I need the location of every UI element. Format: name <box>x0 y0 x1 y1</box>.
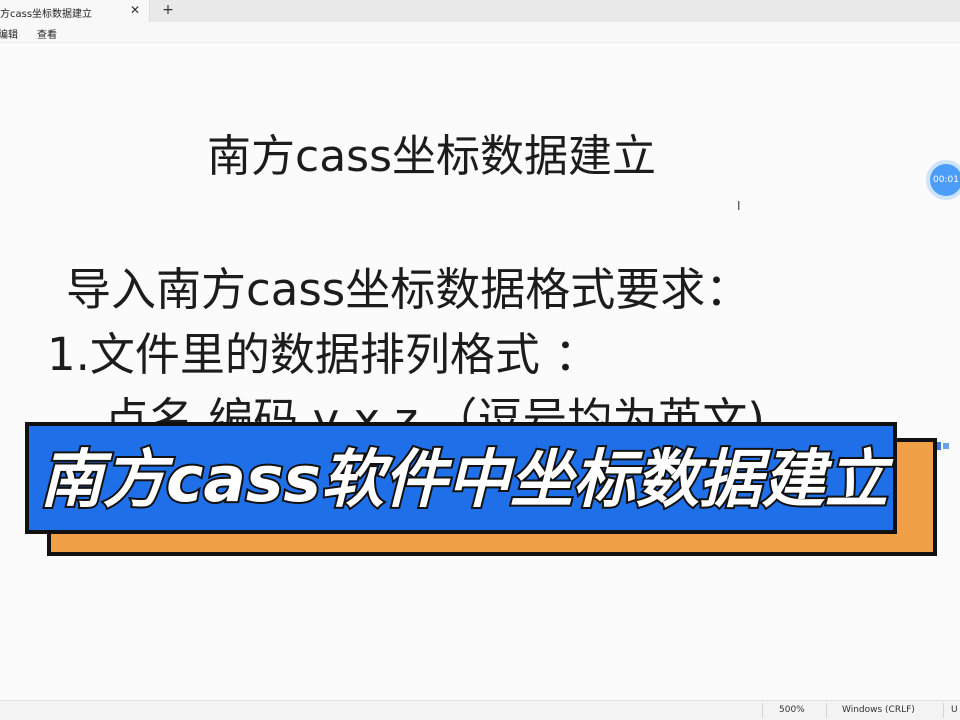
encoding[interactable]: U <box>951 705 958 715</box>
menu-item-view[interactable]: 查看 <box>37 26 57 41</box>
tab-document[interactable]: 方cass坐标数据建立 ✕ <box>0 0 150 22</box>
line-ending[interactable]: Windows (CRLF) <box>842 705 915 715</box>
document-heading: 南方cass坐标数据建立 <box>207 131 657 182</box>
document-line: 点名 编码 y x z （逗号均为英文) <box>104 393 765 446</box>
status-separator <box>826 703 827 718</box>
close-icon[interactable]: ✕ <box>128 3 142 17</box>
tab-title: 方cass坐标数据建立 <box>0 9 93 20</box>
tool-icon[interactable] <box>935 440 951 452</box>
add-tab-icon[interactable]: + <box>160 2 176 18</box>
text-cursor-icon: I <box>737 199 741 213</box>
title-bar: 方cass坐标数据建立 ✕ + <box>0 0 960 22</box>
status-bar: 500% Windows (CRLF) U <box>0 700 960 720</box>
document-line: 1.文件里的数据排列格式 ： <box>47 328 600 381</box>
document-area[interactable]: 南方cass坐标数据建立 导入南方cass坐标数据格式要求： 1.文件里的数据排… <box>0 43 960 700</box>
status-separator <box>943 703 944 718</box>
document-line: 导入南方cass坐标数据格式要求： <box>66 263 751 316</box>
status-separator <box>762 703 763 718</box>
menu-bar: 编辑 查看 <box>0 22 960 43</box>
zoom-level[interactable]: 500% <box>779 705 805 715</box>
recording-timer[interactable]: 00:01 <box>930 164 960 196</box>
menu-item-edit[interactable]: 编辑 <box>0 26 18 41</box>
